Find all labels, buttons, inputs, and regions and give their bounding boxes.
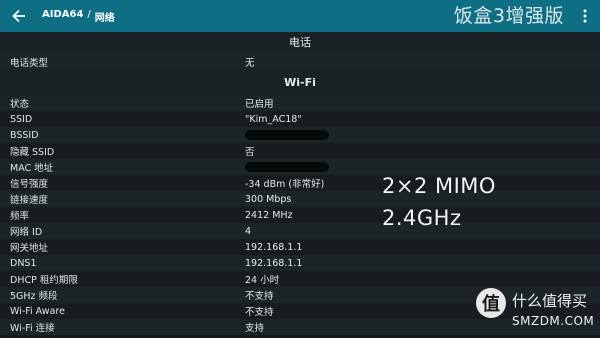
- row-label: 网关地址: [10, 243, 49, 254]
- more-vert-icon: [583, 9, 587, 23]
- table-row: SSID "Kim_AC18": [0, 111, 600, 127]
- row-label: 隐藏 SSID: [10, 147, 55, 158]
- page-title: AIDA64 / 网络: [42, 9, 115, 24]
- row-value: 300 Mbps: [245, 193, 292, 205]
- row-label: 频率: [10, 211, 30, 222]
- table-row: MAC 地址: [0, 159, 600, 175]
- row-label: 5GHz 频段: [10, 291, 58, 302]
- logo-glyph-icon: 值: [476, 288, 506, 318]
- row-value: 已启用: [245, 99, 274, 110]
- table-row: 网络 ID 4: [0, 223, 600, 239]
- table-row: 隐藏 SSID 否: [0, 143, 600, 159]
- overflow-menu-button[interactable]: [576, 6, 594, 26]
- smzdm-logo: 值 什么值得买 SMZDM.COM: [476, 288, 594, 334]
- row-value: 不支持: [245, 291, 274, 302]
- row-label: Wi-Fi 连接: [10, 323, 55, 334]
- table-row: BSSID: [0, 127, 600, 143]
- phone-rows: 电话类型 无: [0, 54, 600, 70]
- logo-text-en: SMZDM.COM: [512, 314, 595, 328]
- table-row: 频率 2412 MHz: [0, 207, 600, 223]
- row-value: 无: [245, 58, 255, 69]
- row-label: 状态: [10, 99, 30, 110]
- overlay-caption-mimo: 2×2 MIMO: [382, 174, 496, 198]
- logo-text-cn: 什么值得买: [512, 292, 588, 310]
- row-value: 2412 MHz: [245, 209, 293, 221]
- table-row: 信号强度 -34 dBm (非常好): [0, 175, 600, 191]
- row-label: 电话类型: [10, 58, 49, 69]
- redacted-value: [245, 162, 329, 172]
- row-value: -34 dBm (非常好): [245, 179, 325, 190]
- row-value: 192.168.1.1: [245, 241, 303, 253]
- back-button[interactable]: [2, 0, 36, 32]
- arrow-left-icon: [12, 9, 25, 23]
- row-value: 支持: [245, 323, 265, 334]
- row-label: 网络 ID: [10, 227, 43, 238]
- table-row: 网关地址 192.168.1.1: [0, 239, 600, 255]
- watermark-caption: 饭盒3增强版: [453, 5, 564, 27]
- row-value: 24 小时: [245, 275, 280, 286]
- section-header-wifi: Wi-Fi: [0, 70, 600, 95]
- title-app: AIDA64: [42, 8, 84, 20]
- row-value: 4: [245, 225, 252, 237]
- section-header-phone: 电话: [0, 32, 600, 54]
- row-label: 链接速度: [10, 195, 49, 206]
- row-value: 否: [245, 147, 255, 158]
- row-label: DHCP 租约期限: [10, 275, 78, 286]
- table-row: 电话类型 无: [0, 54, 600, 70]
- row-label: BSSID: [10, 129, 39, 141]
- redacted-value: [245, 130, 329, 140]
- row-label: SSID: [10, 113, 33, 125]
- table-row: 状态 已启用: [0, 95, 600, 111]
- overlay-caption-band: 2.4GHz: [382, 206, 462, 230]
- table-row: DHCP 租约期限 24 小时: [0, 271, 600, 287]
- row-value: 192.168.1.1: [245, 257, 303, 269]
- row-value: "Kim_AC18": [245, 113, 302, 125]
- table-row: 链接速度 300 Mbps: [0, 191, 600, 207]
- row-label: Wi-Fi Aware: [10, 305, 65, 317]
- title-separator: /: [87, 8, 91, 20]
- row-label: MAC 地址: [10, 163, 54, 174]
- title-page: 网络: [94, 12, 115, 24]
- row-label: DNS1: [10, 257, 37, 269]
- row-value: 不支持: [245, 307, 274, 318]
- row-label: 信号强度: [10, 179, 49, 190]
- table-row: DNS1 192.168.1.1: [0, 255, 600, 271]
